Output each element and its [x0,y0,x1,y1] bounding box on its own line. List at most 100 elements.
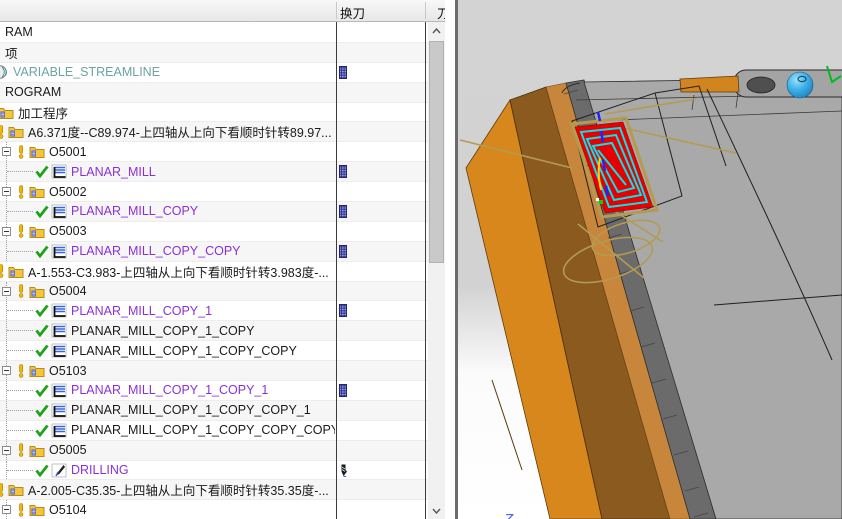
row-label: PLANAR_MILL_COPY_1_COPY_COPY [71,343,297,358]
tree-row-O5103[interactable]: O5103 [0,361,455,382]
drill-tool-change-icon [339,464,348,482]
operation-navigator-panel: 换刀 刀 RAM 项 VARIABLE_STREAMLINE ROGRAM 加工程序 A6… [0,0,455,519]
graphics-viewport[interactable]: Z [458,0,842,519]
warning-icon [0,125,5,139]
program-folder-icon [29,225,45,238]
name-cell: PLANAR_MILL_COPY_1_COPY_COPY_COPY [0,421,335,440]
program-folder-icon [8,483,24,497]
z-axis-label: Z [503,511,514,519]
program-folder-icon [0,106,14,119]
tree-row-PLANAR_MILL_COPY_1_COPY[interactable]: PLANAR_MILL_COPY_1_COPY [0,321,455,342]
expand-minus-icon[interactable] [2,366,11,376]
tree-row-O5005[interactable]: O5005 [0,440,455,461]
warning-icon [17,144,25,159]
tree-connector-dots [7,330,33,332]
row-label: O5104 [49,502,87,517]
program-folder-icon [8,125,24,139]
name-cell: A-2.005-C35.35-上四轴从上向下看顺时针转35.35度-... [0,480,335,499]
tree-row-PLANAR_MILL_COPY_1_COPY_COPY[interactable]: PLANAR_MILL_COPY_1_COPY_COPY [0,341,455,362]
tool-change-icon [339,205,347,223]
expand-minus-icon[interactable] [2,505,11,515]
tree-row-O5004[interactable]: O5004 [0,281,455,302]
name-cell: A-1.553-C3.983-上四轴从上向下看顺时针转3.983度-... [0,262,335,281]
row-label: PLANAR_MILL_COPY_1_COPY [71,323,255,338]
planar-mill-operation-icon [51,244,67,259]
generated-check-icon [35,424,49,437]
program-folder-icon [29,364,45,378]
expand-minus-icon[interactable] [2,286,11,296]
warning-icon [0,264,5,278]
warning-icon [17,224,25,239]
name-cell: PLANAR_MILL_COPY_COPY [0,242,335,261]
scrollbar-thumb[interactable] [429,41,444,263]
tree-row-项[interactable]: 项 [0,42,455,63]
row-label: DRILLING [71,463,129,478]
name-cell: PLANAR_MILL_COPY_1_COPY_COPY [0,341,335,360]
name-cell: ROGRAM [0,83,335,102]
tree-row-PLANAR_MILL[interactable]: PLANAR_MILL [0,162,455,183]
tree-row-加工程序[interactable]: 加工程序 [0,102,455,123]
generated-check-icon [35,324,49,338]
name-cell: O5001 [0,142,335,161]
column-header-tool-change: 换刀 [340,7,366,21]
generated-check-icon [35,404,49,417]
tree-row-O5002[interactable]: O5002 [0,182,455,203]
program-folder-icon [29,185,45,199]
expand-minus-icon[interactable] [2,226,11,236]
tree-row-PLANAR_MILL_COPY[interactable]: PLANAR_MILL_COPY [0,202,455,222]
row-label: PLANAR_MILL_COPY_COPY [71,244,241,259]
drilling-operation-icon [51,463,67,478]
row-label: O5003 [49,224,87,239]
name-cell: PLANAR_MILL_COPY [0,202,335,221]
row-label: 加工程序 [18,106,69,121]
orange-insert-bar [679,75,740,93]
tree-row-A-1.553-C3.983-上四轴从上向下看顺时针转3.983度-...[interactable]: A-1.553-C3.983-上四轴从上向下看顺时针转3.983度-... [0,261,455,282]
tree-connector-dots [7,469,33,471]
vertical-scrollbar[interactable] [428,22,445,519]
row-label: PLANAR_MILL_COPY_1 [71,303,213,318]
column-separator [425,2,426,19]
path-point-white [596,198,599,201]
expand-minus-icon[interactable] [2,147,11,157]
program-folder-icon [29,503,45,517]
column-separator [336,2,337,19]
tree-row-PLANAR_MILL_COPY_1_COPY_1[interactable]: PLANAR_MILL_COPY_1_COPY_1 [0,381,455,401]
name-cell: 项 [0,43,335,62]
probe-sphere [786,71,814,99]
program-folder-icon [29,444,45,457]
tree-row-A-2.005-C35.35-上四轴从上向下看顺时针转35.35度-...[interactable]: A-2.005-C35.35-上四轴从上向下看顺时针转35.35度-... [0,480,455,501]
tree-row-PLANAR_MILL_COPY_1_COPY_COPY_COPY[interactable]: PLANAR_MILL_COPY_1_COPY_COPY_COPY [0,420,455,441]
expand-minus-icon[interactable] [2,445,11,455]
name-cell: VARIABLE_STREAMLINE [0,63,335,82]
tree-row-O5104[interactable]: O5104 [0,500,455,519]
planar-mill-operation-icon [51,403,67,418]
tool-change-icon [339,244,347,263]
tree-connector-dots [7,210,33,212]
tree-row-O5003[interactable]: O5003 [0,221,455,242]
tree-row-VARIABLE_STREAMLINE[interactable]: VARIABLE_STREAMLINE [0,62,455,83]
tree-row-PLANAR_MILL_COPY_1[interactable]: PLANAR_MILL_COPY_1 [0,301,455,322]
tree-row-O5001[interactable]: O5001 [0,142,455,163]
row-label: O5001 [49,144,87,159]
row-label: O5103 [49,363,87,378]
program-folder-icon [29,285,45,298]
tree-row-PLANAR_MILL_COPY_COPY[interactable]: PLANAR_MILL_COPY_COPY [0,241,455,263]
name-cell: O5104 [0,500,335,519]
warning-icon [17,503,25,517]
expand-minus-icon[interactable] [2,187,11,197]
panel-gap [445,0,455,519]
program-folder-icon [8,265,24,278]
tree-row-DRILLING[interactable]: DRILLING [0,460,455,482]
tree-row-PLANAR_MILL_COPY_1_COPY_COPY_1[interactable]: PLANAR_MILL_COPY_1_COPY_COPY_1 [0,400,455,421]
tree-row-RAM[interactable]: RAM [0,23,455,43]
scroll-down-button[interactable] [428,502,445,519]
tool-change-icon [339,384,347,402]
scroll-up-button[interactable] [428,22,445,39]
name-cell: PLANAR_MILL_COPY_1_COPY [0,321,335,340]
generated-check-icon [35,464,49,477]
chevron-down-icon [432,508,441,514]
tree-connector-dots [7,389,33,391]
warning-icon [0,483,5,497]
tree-row-A6.371度--C89.974-上四轴从上向下看顺时针转89.97...[interactable]: A6.371度--C89.974-上四轴从上向下看顺时针转89.97... [0,122,455,143]
tree-row-ROGRAM[interactable]: ROGRAM [0,82,455,103]
